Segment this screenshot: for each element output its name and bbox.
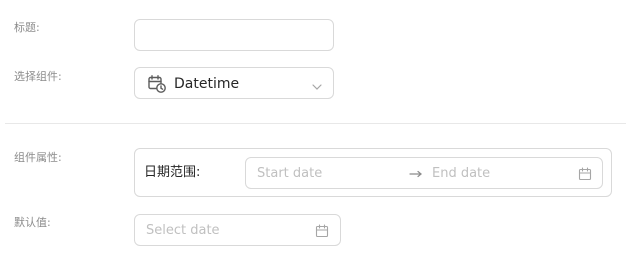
default-label: 默认值: [14, 216, 51, 229]
end-date-input[interactable]: End date [432, 166, 490, 182]
props-panel: 日期范围: Start date End date [134, 148, 612, 197]
chevron-down-icon [311, 78, 323, 90]
calendar-icon [578, 166, 592, 181]
arrow-right-icon [408, 166, 424, 180]
date-range-label: 日期范围: [144, 165, 201, 180]
component-select[interactable]: Datetime [134, 67, 334, 99]
title-input[interactable] [134, 19, 334, 51]
default-date-picker[interactable]: Select date [134, 214, 341, 246]
section-divider [5, 123, 626, 124]
calendar-icon [315, 223, 329, 238]
component-label: 选择组件: [14, 70, 62, 83]
title-label: 标题: [14, 21, 40, 34]
calendar-clock-icon [147, 74, 167, 94]
date-range-picker[interactable]: Start date End date [245, 157, 603, 189]
component-select-value: Datetime [174, 76, 240, 92]
start-date-input[interactable]: Start date [257, 166, 322, 182]
default-date-input[interactable]: Select date [146, 223, 220, 239]
props-label: 组件属性: [14, 151, 62, 164]
